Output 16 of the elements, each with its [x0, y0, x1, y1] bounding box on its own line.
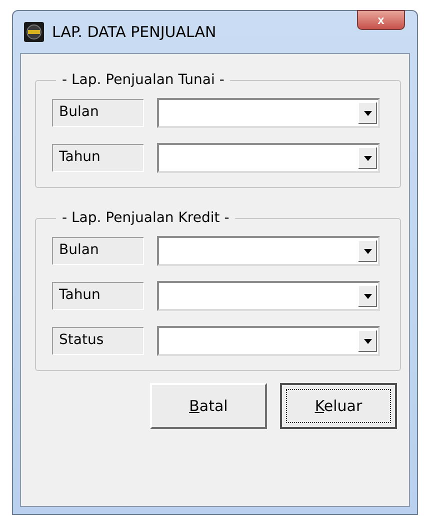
dropdown-field[interactable]: [157, 143, 380, 173]
window-title: LAP. DATA PENJUALAN: [52, 23, 216, 41]
dropdown-field[interactable]: [157, 281, 380, 311]
dropdown-field[interactable]: [157, 326, 380, 356]
app-icon: [24, 22, 44, 42]
dropdown-field[interactable]: [157, 98, 380, 128]
dialog-button[interactable]: Batal: [150, 383, 267, 429]
group-title: - Lap. Penjualan Kredit -: [61, 210, 230, 226]
field-label: Tahun: [52, 282, 144, 310]
field-label: Bulan: [52, 99, 144, 127]
field-label: Status: [52, 327, 144, 355]
group-title: - Lap. Penjualan Tunai -: [61, 72, 226, 88]
dialog-button[interactable]: Keluar: [280, 383, 397, 429]
dropdown-field[interactable]: [157, 236, 380, 266]
field-label: Bulan: [52, 237, 144, 265]
field-label: Tahun: [52, 144, 144, 172]
